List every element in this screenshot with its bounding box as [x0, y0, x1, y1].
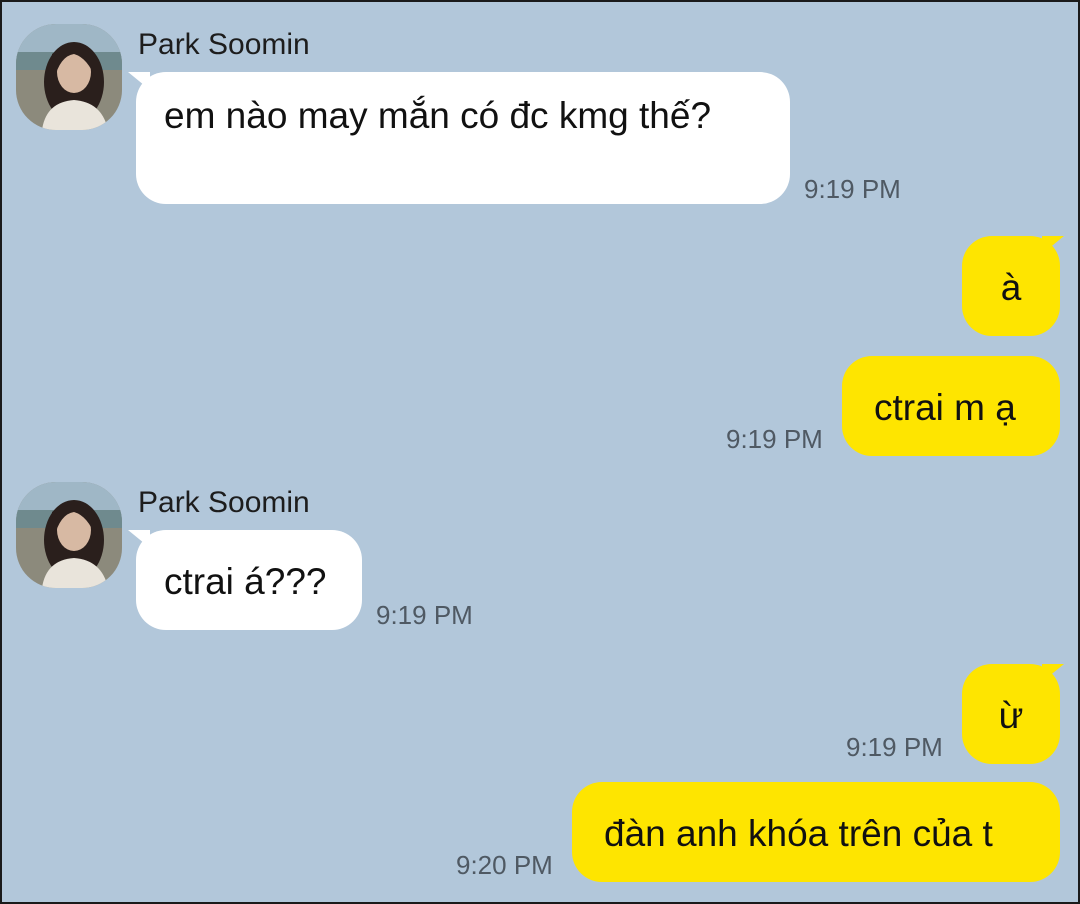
message-text: ctrai á??? — [164, 561, 327, 602]
message-timestamp: 9:19 PM — [846, 732, 943, 762]
bubble-tail — [1042, 236, 1064, 254]
bubble-tail — [1042, 664, 1064, 682]
message-timestamp: 9:19 PM — [376, 600, 473, 630]
message-text: ừ — [998, 695, 1024, 736]
sender-name: Park Soomin — [138, 28, 310, 61]
sender-avatar[interactable] — [16, 24, 122, 130]
outgoing-message-bubble[interactable]: ctrai m ạ — [842, 356, 1060, 456]
message-timestamp: 9:20 PM — [456, 850, 553, 880]
sender-avatar[interactable] — [16, 482, 122, 588]
outgoing-message-bubble[interactable]: đàn anh khóa trên của t — [572, 782, 1060, 882]
message-text: à — [1000, 267, 1022, 308]
message-timestamp: 9:19 PM — [726, 424, 823, 454]
message-text: em nào may mắn có đc kmg thế? — [164, 95, 712, 136]
sender-name: Park Soomin — [138, 486, 310, 519]
message-text: đàn anh khóa trên của t — [604, 813, 993, 854]
message-text: ctrai m ạ — [874, 387, 1016, 428]
chat-screen: Park Soomin em nào may mắn có đc kmg thế… — [2, 2, 1078, 902]
incoming-message-bubble[interactable]: em nào may mắn có đc kmg thế? — [136, 72, 790, 204]
message-timestamp: 9:19 PM — [804, 174, 901, 204]
incoming-message-bubble[interactable]: ctrai á??? — [136, 530, 362, 630]
